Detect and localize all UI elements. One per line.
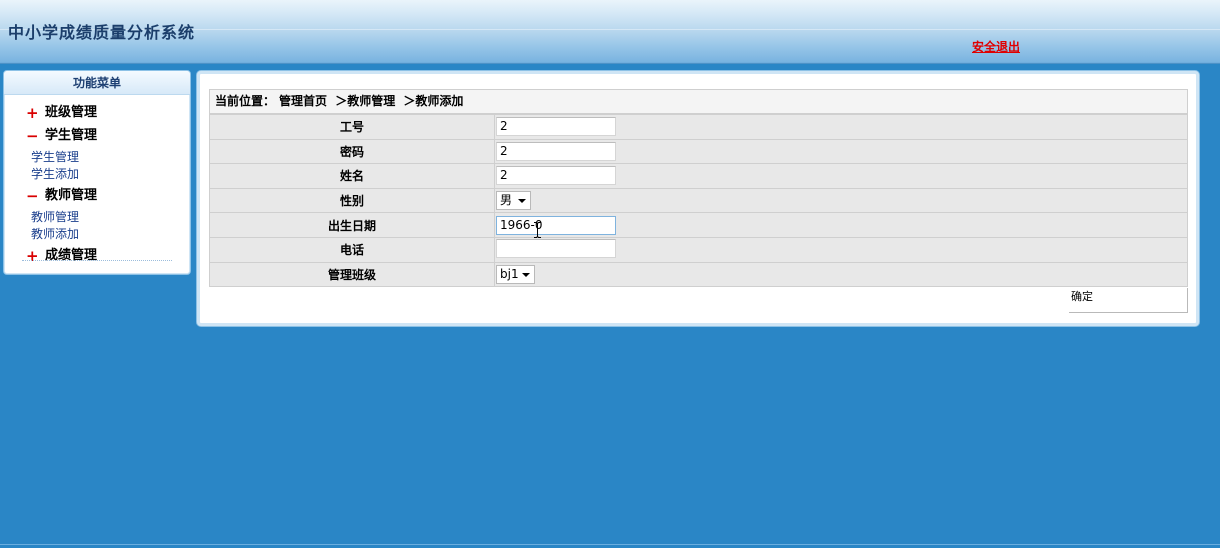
text-cursor-icon — [534, 222, 541, 238]
password-input[interactable]: 2 — [496, 141, 616, 161]
chevron-down-icon — [522, 272, 530, 277]
sidebar-item-student-management[interactable]: − 学生管理 — [4, 126, 190, 146]
form-row-password: 密码 2 — [209, 138, 1188, 165]
field-label: 密码 — [209, 138, 495, 165]
expand-icon[interactable]: + — [26, 246, 40, 266]
form-row-phone: 电话 — [209, 236, 1188, 263]
app-header: 中小学成绩质量分析系统 安全退出 — [0, 0, 1220, 64]
gender-select-value: 男 — [500, 193, 513, 208]
sidebar-item-label[interactable]: 成绩管理 — [45, 246, 97, 266]
breadcrumb-item-home[interactable]: 管理首页 — [279, 94, 327, 108]
form-row-gender: 性别 男 — [209, 187, 1188, 214]
breadcrumb-prefix: 当前位置： — [215, 94, 276, 108]
sidebar-item-score-management[interactable]: + 成绩管理 — [4, 246, 190, 266]
expand-icon[interactable]: + — [26, 103, 40, 123]
name-input[interactable]: 2 — [496, 166, 616, 186]
collapse-icon[interactable]: − — [26, 186, 40, 206]
sidebar-item-class-management[interactable]: + 班级管理 — [4, 103, 190, 123]
sidebar-item-label[interactable]: 学生管理 — [45, 126, 97, 146]
sidebar-menu: 功能菜单 + 班级管理 − 学生管理 学生管理 学生添加 − 教师管理 教师管理… — [3, 70, 191, 275]
submit-row: 确定 — [209, 288, 1188, 313]
field-label: 姓名 — [209, 163, 495, 189]
birthdate-input[interactable]: 1966-0 — [496, 215, 616, 235]
form-row-id: 工号 2 — [209, 114, 1188, 140]
gender-select[interactable]: 男 — [496, 191, 531, 211]
teacher-add-form: 工号 2 密码 2 姓名 2 性别 男 出生日期 1966-0 电话 管理班级 … — [209, 114, 1188, 288]
main-panel: 当前位置： 管理首页 ＞教师管理 ＞教师添加 工号 2 密码 2 姓名 2 性别 … — [196, 70, 1200, 327]
sidebar-item-teacher-management[interactable]: − 教师管理 — [4, 186, 190, 206]
phone-input[interactable] — [496, 238, 616, 258]
collapse-icon[interactable]: − — [26, 126, 40, 146]
sidebar-subitem-student-manage[interactable]: 学生管理 — [4, 149, 190, 166]
breadcrumb: 当前位置： 管理首页 ＞教师管理 ＞教师添加 — [209, 89, 1188, 114]
menu-divider — [22, 260, 172, 261]
logout-link[interactable]: 安全退出 — [972, 38, 1020, 55]
form-row-class: 管理班级 bj1 — [209, 261, 1188, 288]
sidebar-subitem-student-add[interactable]: 学生添加 — [4, 166, 190, 183]
field-label: 出生日期 — [209, 212, 495, 238]
class-select-value: bj1 — [500, 266, 519, 281]
breadcrumb-item-teacher-management[interactable]: ＞教师管理 — [335, 94, 395, 108]
breadcrumb-item-teacher-add: ＞教师添加 — [403, 94, 464, 108]
teacher-id-input[interactable]: 2 — [496, 117, 616, 137]
app-title: 中小学成绩质量分析系统 — [8, 23, 196, 42]
submit-button[interactable]: 确定 — [1069, 288, 1188, 313]
footer-divider — [0, 544, 1220, 548]
form-row-name: 姓名 2 — [209, 163, 1188, 189]
sidebar-subitem-teacher-manage[interactable]: 教师管理 — [4, 209, 190, 226]
menu-header: 功能菜单 — [4, 71, 190, 95]
sidebar-item-label[interactable]: 班级管理 — [45, 103, 97, 123]
field-label: 管理班级 — [209, 261, 495, 288]
class-select[interactable]: bj1 — [496, 264, 535, 284]
field-label: 工号 — [209, 114, 495, 140]
sidebar-subitem-teacher-add[interactable]: 教师添加 — [4, 226, 190, 243]
chevron-down-icon — [518, 199, 526, 204]
field-label: 性别 — [209, 187, 495, 214]
sidebar-item-label[interactable]: 教师管理 — [45, 186, 97, 206]
field-label: 电话 — [209, 236, 495, 263]
form-row-birthdate: 出生日期 1966-0 — [209, 212, 1188, 238]
